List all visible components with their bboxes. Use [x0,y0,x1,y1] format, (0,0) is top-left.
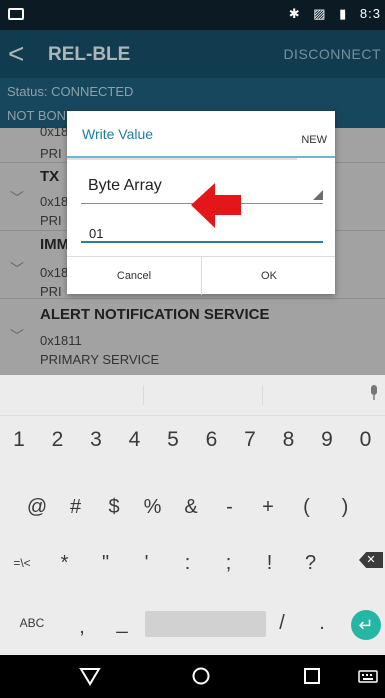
key-underscore[interactable]: _ [102,603,142,643]
suggestion-strip [0,375,385,416]
input-underline [81,241,323,243]
key-exclamation[interactable]: ! [249,543,290,583]
keyboard-switch-icon[interactable] [357,666,379,686]
navigation-bar [0,655,385,698]
key-2[interactable]: 2 [38,420,77,460]
key-asterisk[interactable]: * [44,543,85,583]
home-icon[interactable] [190,666,212,686]
data-type-spinner[interactable]: Byte Array [88,177,162,195]
key-ampersand[interactable]: & [172,487,210,527]
key-semicolon[interactable]: ; [208,543,249,583]
key-7[interactable]: 7 [231,420,269,460]
key-minus[interactable]: - [210,487,249,527]
ok-button[interactable]: OK [201,257,336,295]
battery-icon: ▮ [339,6,348,21]
key-at[interactable]: @ [18,487,56,527]
dropdown-triangle-icon[interactable] [313,190,323,200]
key-comma[interactable]: , [62,607,102,647]
key-close-paren[interactable]: ) [326,487,364,527]
recents-icon[interactable] [301,666,323,686]
key-plus[interactable]: + [249,487,287,527]
key-4[interactable]: 4 [115,420,154,460]
space-bar[interactable] [145,611,266,637]
back-icon[interactable] [79,666,101,686]
key-open-paren[interactable]: ( [287,487,326,527]
key-1[interactable]: 1 [0,420,38,460]
divider [67,158,297,160]
key-5[interactable]: 5 [154,420,192,460]
key-dollar[interactable]: $ [95,487,133,527]
key-slash[interactable]: / [262,603,302,643]
key-3[interactable]: 3 [77,420,115,460]
cancel-button[interactable]: Cancel [67,257,201,295]
key-abc[interactable]: ABC [10,603,54,643]
value-input[interactable]: 01 [89,226,103,241]
key-question[interactable]: ? [290,543,331,583]
key-hash[interactable]: # [56,487,95,527]
tab-new[interactable]: NEW [301,134,327,146]
key-period[interactable]: . [302,603,342,643]
key-symbols-more[interactable]: =\< [0,543,44,583]
bluetooth-icon: ✱ [288,6,301,21]
keyboard: 1 2 3 4 5 6 7 8 9 0 @ # $ % & - + ( ) =\… [0,375,385,655]
key-6[interactable]: 6 [192,420,231,460]
no-sim-icon: ▨ [313,6,327,21]
divider [262,385,263,405]
status-icons: ✱ ▨ ▮ 8:3 [281,6,381,22]
enter-icon[interactable]: ↵ [351,610,381,640]
dialog-title: Write Value [82,126,154,142]
divider [143,385,144,405]
red-arrow-annotation [191,183,241,228]
clock: 8:3 [359,6,381,21]
status-bar: ✱ ▨ ▮ 8:3 [0,0,385,30]
key-double-quote[interactable]: " [85,543,126,583]
mic-icon[interactable] [369,385,379,401]
key-percent[interactable]: % [133,487,172,527]
key-colon[interactable]: : [167,543,208,583]
backspace-icon[interactable]: ✕ [359,552,383,568]
dialog-buttons: Cancel OK [67,256,335,295]
key-8[interactable]: 8 [269,420,308,460]
key-single-quote[interactable]: ' [126,543,167,583]
key-0[interactable]: 0 [346,420,385,460]
write-value-dialog: Write Value NEW Byte Array 01 Cancel OK [67,111,335,295]
image-icon [8,8,24,20]
key-9[interactable]: 9 [308,420,346,460]
